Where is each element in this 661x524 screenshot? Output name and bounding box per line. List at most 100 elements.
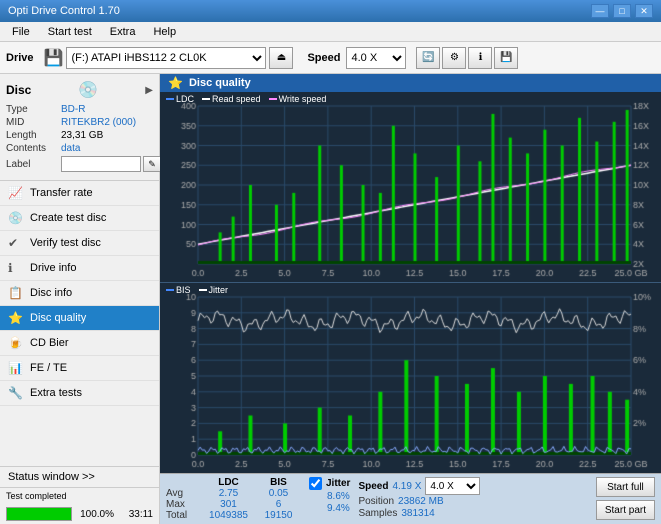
ldc-legend: LDC <box>166 94 194 104</box>
menu-start-test[interactable]: Start test <box>40 24 100 40</box>
sidebar-item-create-test-disc[interactable]: 💿 Create test disc <box>0 206 159 231</box>
chart-header: ⭐ Disc quality <box>160 74 661 92</box>
sidebar-item-verify-test-disc[interactable]: ✔ Verify test disc <box>0 231 159 256</box>
status-section: Status window >> Test completed 100.0% 3… <box>0 466 159 524</box>
drive-info-icon: ℹ <box>8 261 24 275</box>
verify-test-disc-icon: ✔ <box>8 236 24 250</box>
ldc-legend-label: LDC <box>176 94 194 104</box>
disc-panel: Disc 💿 ▶ Type BD-R MID RITEKBR2 (000) Le… <box>0 74 159 181</box>
empty-header <box>166 477 201 488</box>
write-speed-legend-dot <box>269 98 277 100</box>
bis-header: BIS <box>256 477 301 488</box>
menu-bar: File Start test Extra Help <box>0 22 661 42</box>
sidebar-item-fe-te[interactable]: 📊 FE / TE <box>0 356 159 381</box>
progress-text: 100.0% <box>76 509 114 520</box>
app-title: Opti Drive Control 1.70 <box>8 5 120 17</box>
length-label: Length <box>6 130 61 141</box>
sidebar-item-extra-tests[interactable]: 🔧 Extra tests <box>0 381 159 406</box>
sidebar-item-label: Disc quality <box>30 312 86 324</box>
sidebar-item-label: Verify test disc <box>30 237 101 249</box>
disc-label-row: Label ✎ <box>6 156 153 172</box>
read-speed-legend-dot <box>202 98 210 100</box>
sidebar: Disc 💿 ▶ Type BD-R MID RITEKBR2 (000) Le… <box>0 74 160 524</box>
main-content: ⭐ Disc quality LDC Read speed <box>160 74 661 524</box>
info-button[interactable]: ℹ <box>468 47 492 69</box>
charts-area: LDC Read speed Write speed <box>160 92 661 473</box>
ldc-legend-dot <box>166 98 174 100</box>
position-label: Position <box>358 496 394 507</box>
menu-help[interactable]: Help <box>145 24 184 40</box>
max-jitter: 9.4% <box>327 503 350 514</box>
window-controls: — □ ✕ <box>591 4 653 18</box>
disc-info-icon: 📋 <box>8 286 24 300</box>
disc-quality-icon: ⭐ <box>8 311 24 325</box>
chart-title: Disc quality <box>189 77 251 89</box>
create-test-disc-icon: 💿 <box>8 211 24 225</box>
sidebar-item-transfer-rate[interactable]: 📈 Transfer rate <box>0 181 159 206</box>
action-buttons: Start full Start part <box>596 477 655 520</box>
sidebar-item-label: Create test disc <box>30 212 106 224</box>
progress-bar-inner <box>7 508 71 520</box>
avg-bis: 0.05 <box>256 488 301 499</box>
progress-row: Test completed <box>0 488 159 504</box>
disc-arrow-icon: ▶ <box>145 85 153 96</box>
save-button[interactable]: 💾 <box>494 47 518 69</box>
maximize-button[interactable]: □ <box>613 4 631 18</box>
total-bis: 19150 <box>256 510 301 521</box>
fe-te-icon: 📊 <box>8 361 24 375</box>
eject-button[interactable]: ⏏ <box>269 47 293 69</box>
label-input[interactable] <box>61 156 141 172</box>
type-value: BD-R <box>61 104 85 115</box>
sidebar-item-cd-bier[interactable]: 🍺 CD Bier <box>0 331 159 356</box>
menu-extra[interactable]: Extra <box>102 24 144 40</box>
label-edit-button[interactable]: ✎ <box>143 156 161 172</box>
drive-select[interactable]: (F:) ATAPI iHBS112 2 CL0K <box>66 47 266 69</box>
label-input-row: ✎ <box>61 156 161 172</box>
transfer-rate-icon: 📈 <box>8 186 24 200</box>
status-window-label: Status window >> <box>8 471 95 483</box>
total-label: Total <box>166 510 201 521</box>
speed-stat-select[interactable]: 4.0 X 1.0 X 2.0 X <box>425 477 480 495</box>
disc-type-row: Type BD-R <box>6 104 153 115</box>
speed-label: Speed <box>307 52 340 64</box>
sidebar-item-drive-info[interactable]: ℹ Drive info <box>0 256 159 281</box>
max-label: Max <box>166 499 201 510</box>
sidebar-item-disc-info[interactable]: 📋 Disc info <box>0 281 159 306</box>
read-speed-legend-label: Read speed <box>212 94 261 104</box>
menu-file[interactable]: File <box>4 24 38 40</box>
disc-contents-row: Contents data <box>6 143 153 154</box>
refresh-button[interactable]: 🔄 <box>416 47 440 69</box>
close-button[interactable]: ✕ <box>635 4 653 18</box>
speed-select[interactable]: 4.0 X 1.0 X 2.0 X 8.0 X <box>346 47 406 69</box>
sidebar-item-label: Transfer rate <box>30 187 93 199</box>
status-window-button[interactable]: Status window >> <box>0 467 159 488</box>
total-ldc: 1049385 <box>201 510 256 521</box>
write-speed-legend-label: Write speed <box>279 94 327 104</box>
speed-val: 4.19 X <box>392 481 421 492</box>
contents-value: data <box>61 143 80 154</box>
disc-length-row: Length 23,31 GB <box>6 130 153 141</box>
minimize-button[interactable]: — <box>591 4 609 18</box>
settings-button[interactable]: ⚙ <box>442 47 466 69</box>
start-full-button[interactable]: Start full <box>596 477 655 497</box>
jitter-stats: Jitter 8.6% 9.4% <box>309 477 350 514</box>
jitter-checkbox[interactable] <box>309 477 322 490</box>
bis-legend-label: BIS <box>176 285 191 295</box>
sidebar-nav: 📈 Transfer rate 💿 Create test disc ✔ Ver… <box>0 181 159 466</box>
jitter-legend-dot <box>199 289 207 291</box>
sidebar-item-disc-quality[interactable]: ⭐ Disc quality <box>0 306 159 331</box>
max-bis: 6 <box>256 499 301 510</box>
sidebar-item-label: Disc info <box>30 287 72 299</box>
cd-bier-icon: 🍺 <box>8 336 24 350</box>
disc-icon: 💿 <box>78 80 98 100</box>
mid-label: MID <box>6 117 61 128</box>
length-value: 23,31 GB <box>61 130 103 141</box>
mid-value: RITEKBR2 (000) <box>61 117 136 128</box>
type-label: Type <box>6 104 61 115</box>
title-bar: Opti Drive Control 1.70 — □ ✕ <box>0 0 661 22</box>
samples-val: 381314 <box>401 508 434 519</box>
start-part-button[interactable]: Start part <box>596 500 655 520</box>
avg-label: Avg <box>166 488 201 499</box>
bottom-chart: BIS Jitter <box>160 283 661 473</box>
bottom-chart-legend: BIS Jitter <box>166 285 228 295</box>
